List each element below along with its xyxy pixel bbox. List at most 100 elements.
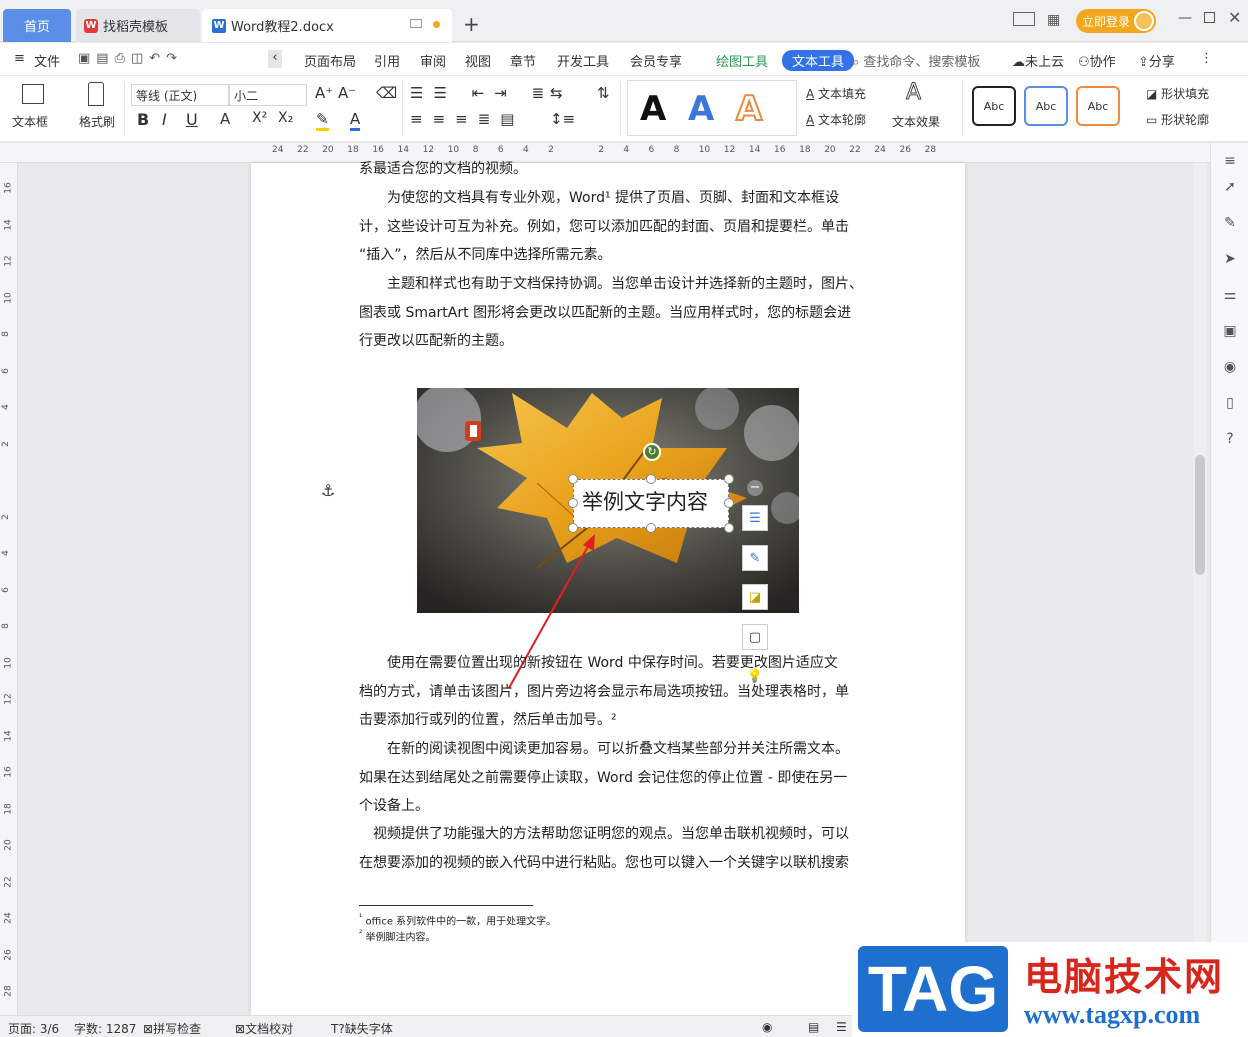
text-outline-button[interactable]: A 文本轮廓: [806, 111, 866, 128]
sliders-icon[interactable]: ⚌: [1222, 287, 1238, 303]
bold-icon[interactable]: B: [137, 110, 149, 129]
image-edit-icon[interactable]: ▣: [1222, 323, 1238, 339]
eye-icon[interactable]: ◉: [762, 1020, 772, 1034]
layout-icon[interactable]: [1013, 12, 1035, 26]
shape-style-black[interactable]: Abc: [972, 86, 1016, 126]
grow-font-icon[interactable]: A⁺ A⁻: [315, 84, 356, 102]
checkbox-icon: ⊠: [235, 1022, 246, 1036]
ruler-number: 6: [648, 145, 655, 155]
monitor-icon[interactable]: [410, 19, 422, 28]
ruler-number: 16: [3, 182, 14, 194]
collab-icon: ⚇: [1078, 55, 1090, 70]
font-color-icon[interactable]: A: [350, 110, 361, 131]
textbox-icon[interactable]: [22, 84, 44, 104]
document-page[interactable]: 系最适合您的文档的视频。 为使您的文档具有专业外观，Word¹ 提供了页眉、页脚…: [251, 161, 965, 1015]
word-count[interactable]: 字数: 1287: [74, 1020, 136, 1037]
tab-document[interactable]: W Word教程2.docx: [202, 9, 452, 42]
footnote-mark: ²: [359, 928, 363, 938]
menu-item-page-layout[interactable]: 页面布局: [304, 51, 356, 70]
text-line: 击要添加行或列的位置，然后单击加号。²: [359, 712, 617, 728]
align-icons[interactable]: ≡≡≡≣▤: [410, 110, 524, 128]
menu-file[interactable]: 文件: [34, 51, 60, 70]
ruler-number: 2: [0, 513, 11, 520]
font-name-select[interactable]: 等线 (正文): [131, 84, 229, 106]
menu-item-drawing-tools[interactable]: 绘图工具: [716, 51, 768, 70]
checkbox-icon: ⊠: [143, 1022, 154, 1036]
ruler-number: 24: [874, 145, 886, 155]
login-button[interactable]: 立即登录: [1076, 9, 1156, 33]
search-command[interactable]: ⌕ 查找命令、搜索模板: [852, 51, 980, 70]
line-spacing-icon[interactable]: ↕≡: [550, 110, 575, 128]
menu-item-chapter[interactable]: 章节: [510, 51, 536, 70]
vertical-ruler[interactable]: 16 14 12 10 8 6 4 2 2 4 6 8 10 12 14 16 18 20 22 24 26 28: [0, 163, 18, 1015]
missing-font-button[interactable]: T?缺失字体: [331, 1020, 393, 1037]
shape-outline-icon: ▭: [1146, 113, 1158, 127]
book-icon[interactable]: ▯: [1222, 395, 1238, 411]
grid-apps-icon[interactable]: ▦: [1047, 12, 1060, 28]
text-effect-icon[interactable]: A: [905, 80, 921, 106]
format-brush-icon[interactable]: [88, 82, 104, 106]
outline-view-icon[interactable]: ☰: [836, 1020, 847, 1034]
close-icon[interactable]: ✕: [1228, 8, 1241, 27]
strikethrough-icon[interactable]: A: [220, 110, 230, 128]
page-view-icon[interactable]: ▤: [808, 1020, 819, 1034]
panel-menu-icon[interactable]: ≡: [1222, 153, 1238, 169]
cloud-status[interactable]: ☁未上云: [1012, 51, 1064, 70]
menu-item-view[interactable]: 视图: [465, 51, 491, 70]
menu-item-text-tools[interactable]: 文本工具: [782, 50, 855, 71]
menu-item-review[interactable]: 审阅: [420, 51, 446, 70]
menu-item-developer[interactable]: 开发工具: [557, 51, 609, 70]
wordart-orange[interactable]: A: [735, 88, 763, 130]
new-tab-button[interactable]: +: [463, 12, 480, 36]
location-icon[interactable]: ◉: [1222, 359, 1238, 375]
ruler-number: 4: [0, 550, 11, 556]
divider: [962, 82, 963, 136]
text-effect-button[interactable]: 文本效果: [892, 113, 940, 130]
superscript-icon[interactable]: X²: [252, 110, 267, 126]
highlight-icon[interactable]: ✎: [316, 110, 329, 131]
clear-format-icon[interactable]: ⌫: [376, 84, 397, 102]
minimize-icon[interactable]: —: [1178, 10, 1192, 26]
sort-icon[interactable]: ⇅: [597, 84, 610, 102]
tab-home[interactable]: 首页: [3, 9, 71, 42]
text-fill-button[interactable]: A 文本填充: [806, 85, 866, 102]
textbox-button[interactable]: 文本框: [12, 113, 48, 130]
shape-style-orange[interactable]: Abc: [1076, 86, 1120, 126]
rocket-icon[interactable]: ➚: [1222, 179, 1238, 195]
shape-style-blue[interactable]: Abc: [1024, 86, 1068, 126]
scrollbar-thumb[interactable]: [1195, 455, 1205, 575]
spell-check-button[interactable]: ⊠拼写检查: [143, 1020, 201, 1037]
shape-outline-button[interactable]: ▭ 形状轮廓: [1146, 111, 1209, 128]
menu-item-member[interactable]: 会员专享: [630, 51, 682, 70]
format-brush-button[interactable]: 格式刷: [79, 113, 115, 130]
ruler-number: 8: [472, 145, 479, 155]
chevron-left-icon[interactable]: ‹: [268, 50, 282, 68]
quick-access-icons[interactable]: ▣▤⎙◫↶↷: [78, 51, 183, 66]
vertical-scrollbar[interactable]: [1193, 163, 1207, 1015]
wordart-gallery[interactable]: A A A: [627, 80, 797, 136]
text-direction-icon[interactable]: ⇆: [550, 84, 563, 102]
cursor-icon[interactable]: ➤: [1222, 251, 1238, 267]
subscript-icon[interactable]: X₂: [278, 110, 293, 126]
help-icon[interactable]: ?: [1222, 431, 1238, 447]
menu-item-reference[interactable]: 引用: [374, 51, 400, 70]
shape-fill-button[interactable]: ◪ 形状填充: [1146, 85, 1209, 102]
wordart-blue[interactable]: A: [688, 89, 714, 129]
collab-button[interactable]: ⚇协作: [1078, 51, 1116, 70]
italic-icon[interactable]: I: [162, 110, 167, 129]
list-icons[interactable]: ☰☰ ⇤⇥ ≣: [410, 84, 554, 102]
search-icon: ⌕: [852, 55, 860, 70]
wordart-black[interactable]: A: [640, 89, 666, 129]
ruler-number: 12: [3, 693, 14, 705]
hamburger-icon[interactable]: ≡: [14, 51, 25, 66]
pen-icon[interactable]: ✎: [1222, 215, 1238, 231]
doc-proof-button[interactable]: ⊠文档校对: [235, 1020, 293, 1037]
maximize-icon[interactable]: [1204, 12, 1215, 23]
more-icon[interactable]: ⋮: [1200, 51, 1213, 66]
font-size-select[interactable]: 小二: [229, 84, 307, 106]
share-button[interactable]: ⇪分享: [1138, 51, 1175, 70]
shape-outline-label: 形状轮廓: [1161, 113, 1210, 127]
tab-template[interactable]: W 找稻壳模板: [76, 9, 200, 42]
page-indicator[interactable]: 页面: 3/6: [8, 1020, 59, 1037]
underline-icon[interactable]: U: [186, 110, 198, 129]
